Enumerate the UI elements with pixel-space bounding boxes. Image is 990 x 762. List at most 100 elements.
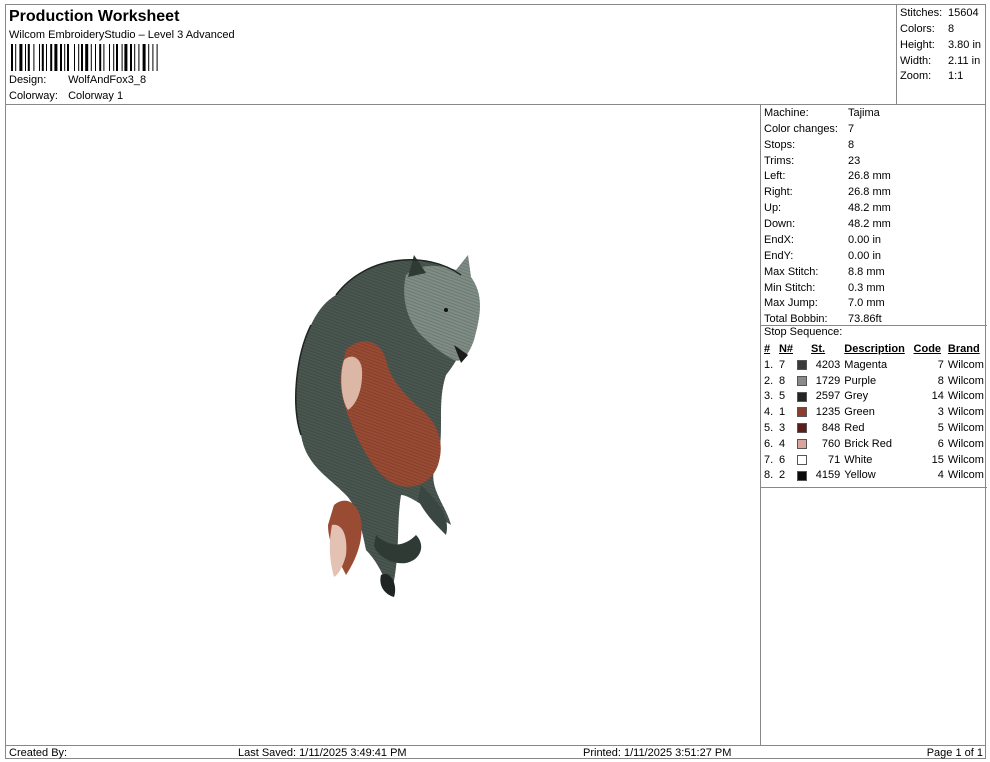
table-header-row: # N# St. Description Code Brand: [762, 341, 986, 357]
prop-down: Down: 48.2 mm: [764, 218, 891, 230]
prop-color-changes: Color changes: 7: [764, 123, 854, 135]
color-swatch: [797, 407, 808, 418]
cell-needle: 5: [778, 390, 786, 403]
color-swatch: [797, 454, 808, 465]
prop-value: 73.86ft: [848, 313, 882, 325]
cell-stitches: 2597: [815, 390, 841, 403]
prop-value: 0.00 in: [848, 250, 882, 262]
prop-value: 48.2 mm: [848, 202, 891, 214]
color-swatch: [797, 375, 808, 386]
cell-needle: 3: [778, 422, 786, 435]
last-saved: Last Saved: 1/11/2025 3:49:41 PM: [238, 747, 407, 759]
prop-value: Tajima: [848, 107, 880, 119]
stat-label: Height:: [900, 39, 935, 51]
cell-needle: 8: [778, 374, 786, 387]
prop-min-stitch: Min Stitch: 0.3 mm: [764, 282, 885, 294]
cell-code: 7: [937, 358, 944, 371]
cell-description: Brick Red: [844, 437, 892, 450]
prop-label: Left:: [764, 170, 786, 182]
prop-value: 7.0 mm: [848, 297, 885, 309]
table-row: 1. 7 4203 Magenta 7 Wilcom: [762, 357, 986, 373]
stat-value: 15604: [948, 7, 979, 19]
cell-code: 3: [937, 406, 944, 419]
prop-machine: Machine: Tajima: [764, 107, 880, 119]
stat-width: Width: 2.11 in: [900, 55, 986, 67]
colorway-row: Colorway: Colorway 1: [9, 90, 123, 102]
worksheet-footer: Created By: Last Saved: 1/11/2025 3:49:4…: [6, 745, 986, 759]
prop-total-bobbin: Total Bobbin: 73.86ft: [764, 313, 882, 325]
prop-right: Right: 26.8 mm: [764, 186, 891, 198]
prop-label: Right:: [764, 186, 793, 198]
prop-value: 0.00 in: [848, 234, 882, 246]
cell-swatch: [795, 404, 809, 420]
color-swatch: [797, 470, 808, 481]
prop-label: EndX:: [764, 234, 794, 246]
cell-swatch: [795, 420, 809, 436]
cell-code: 15: [931, 453, 944, 466]
stop-sequence-title: Stop Sequence:: [764, 326, 843, 338]
prop-value: 7: [848, 123, 855, 135]
cell-description: Purple: [844, 374, 877, 387]
prop-label: Machine:: [764, 107, 809, 119]
cell-index: 4.: [764, 406, 774, 419]
stat-value: 3.80 in: [948, 39, 982, 51]
table-row: 5. 3 848 Red 5 Wilcom: [762, 420, 986, 436]
cell-stitches: 71: [828, 453, 841, 466]
cell-brand: Wilcom: [947, 374, 984, 387]
stat-label: Stitches:: [900, 7, 943, 19]
cell-brand: Wilcom: [947, 469, 984, 482]
cell-stitches: 4159: [815, 469, 841, 482]
cell-swatch: [795, 436, 809, 452]
prop-up: Up: 48.2 mm: [764, 202, 891, 214]
prop-label: EndY:: [764, 250, 794, 262]
cell-description: Yellow: [844, 469, 876, 482]
col-index: #: [764, 343, 771, 355]
cell-stitches: 4203: [815, 358, 841, 371]
cell-swatch: [795, 357, 809, 373]
col-code: Code: [913, 343, 942, 355]
cell-swatch: [795, 389, 809, 405]
stat-value: 1:1: [948, 70, 964, 82]
color-swatch: [797, 423, 808, 434]
cell-needle: 6: [778, 453, 786, 466]
cell-brand: Wilcom: [947, 390, 984, 403]
cell-stitches: 760: [821, 437, 841, 450]
col-swatch: [795, 341, 809, 357]
col-stitches: St.: [811, 343, 826, 355]
prop-label: Up:: [764, 202, 782, 214]
design-row: Design: WolfAndFox3_8: [9, 74, 146, 86]
created-by: Created By:: [9, 747, 68, 759]
stat-value: 2.11 in: [948, 55, 981, 67]
col-needle: N#: [778, 343, 794, 355]
cell-index: 2.: [764, 374, 774, 387]
table-row: 4. 1 1235 Green 3 Wilcom: [762, 404, 986, 420]
stat-label: Zoom:: [900, 70, 932, 82]
cell-code: 14: [931, 390, 944, 403]
design-value: WolfAndFox3_8: [68, 74, 147, 86]
printed-date: Printed: 1/11/2025 3:51:27 PM: [583, 747, 732, 759]
cell-needle: 2: [778, 469, 786, 482]
wolf-and-fox-artwork: [295, 255, 480, 597]
cell-needle: 4: [778, 437, 786, 450]
cell-code: 6: [937, 437, 944, 450]
prop-value: 8: [848, 139, 855, 151]
stat-value: 8: [948, 23, 955, 35]
col-description: Description: [844, 343, 905, 355]
worksheet: Production Worksheet Wilcom EmbroiderySt…: [5, 4, 987, 759]
cell-code: 5: [937, 422, 944, 435]
cell-description: Grey: [844, 390, 869, 403]
table-row: 7. 6 71 White 15 Wilcom: [762, 452, 986, 468]
design-label: Design:: [9, 74, 47, 86]
stat-height: Height: 3.80 in: [900, 39, 986, 51]
cell-brand: Wilcom: [947, 406, 984, 419]
cell-needle: 7: [778, 358, 786, 371]
table-row: 3. 5 2597 Grey 14 Wilcom: [762, 389, 986, 405]
prop-trims: Trims: 23: [764, 155, 860, 167]
cell-index: 8.: [764, 469, 774, 482]
properties-panel: Machine: Tajima Color changes: 7 Stops: 8 T…: [760, 105, 987, 745]
stop-sequence-table: # N# St. Description Code Brand 1. 7 4203 M…: [762, 341, 986, 483]
color-swatch: [797, 359, 808, 370]
cell-stitches: 1235: [815, 406, 841, 419]
stat-stitches: Stitches: 15604: [900, 7, 986, 19]
cell-brand: Wilcom: [947, 453, 984, 466]
